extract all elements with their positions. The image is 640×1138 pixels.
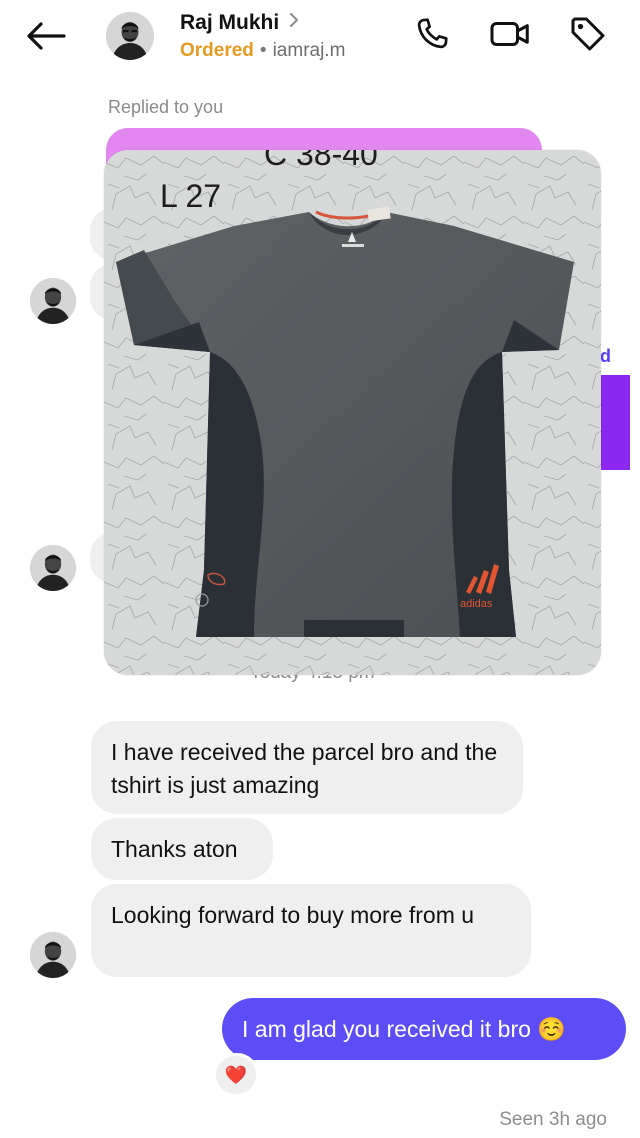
brand-text: adidas [460,598,493,610]
heart-reaction[interactable]: ❤️ [213,1053,259,1097]
avatar[interactable] [30,932,76,978]
avatar[interactable] [106,12,154,60]
back-button[interactable] [24,18,68,58]
size-label-chest: C 38-40 [264,150,378,172]
video-call-button[interactable] [488,14,532,58]
contact-name[interactable]: Raj Mukhi [180,11,279,35]
seen-status: Seen 3h ago [499,1109,607,1130]
contact-name-row[interactable]: Raj Mukhi [180,11,299,35]
chevron-right-icon [289,11,299,34]
tag-icon [568,14,608,59]
incoming-message[interactable]: Thanks aton [91,818,273,880]
contact-subtitle: Ordered • iamraj.m [180,40,345,62]
phone-icon [413,15,451,58]
ordered-status: Ordered [180,40,254,61]
video-icon [489,16,531,57]
contact-username: iamraj.m [272,40,346,61]
size-label-length: L 27 [160,178,222,214]
heart-icon: ❤️ [224,1064,248,1085]
separator-dot: • [259,40,267,61]
outgoing-message[interactable]: I am glad you received it bro ☺️ [222,998,626,1060]
incoming-message[interactable]: I have received the parcel bro and the t… [91,721,523,814]
replied-label: Replied to you [108,97,224,117]
chat-header: Raj Mukhi Ordered • iamraj.m [0,0,640,80]
avatar[interactable] [30,278,76,324]
back-arrow-icon [26,21,66,56]
hidden-bubble-text: d [600,346,611,366]
tag-button[interactable] [566,14,610,58]
call-button[interactable] [410,14,454,58]
shared-photo[interactable]: adidas C 38-40 L 27 [104,150,601,675]
incoming-message[interactable]: Looking forward to buy more from u [91,884,531,977]
avatar[interactable] [30,545,76,591]
